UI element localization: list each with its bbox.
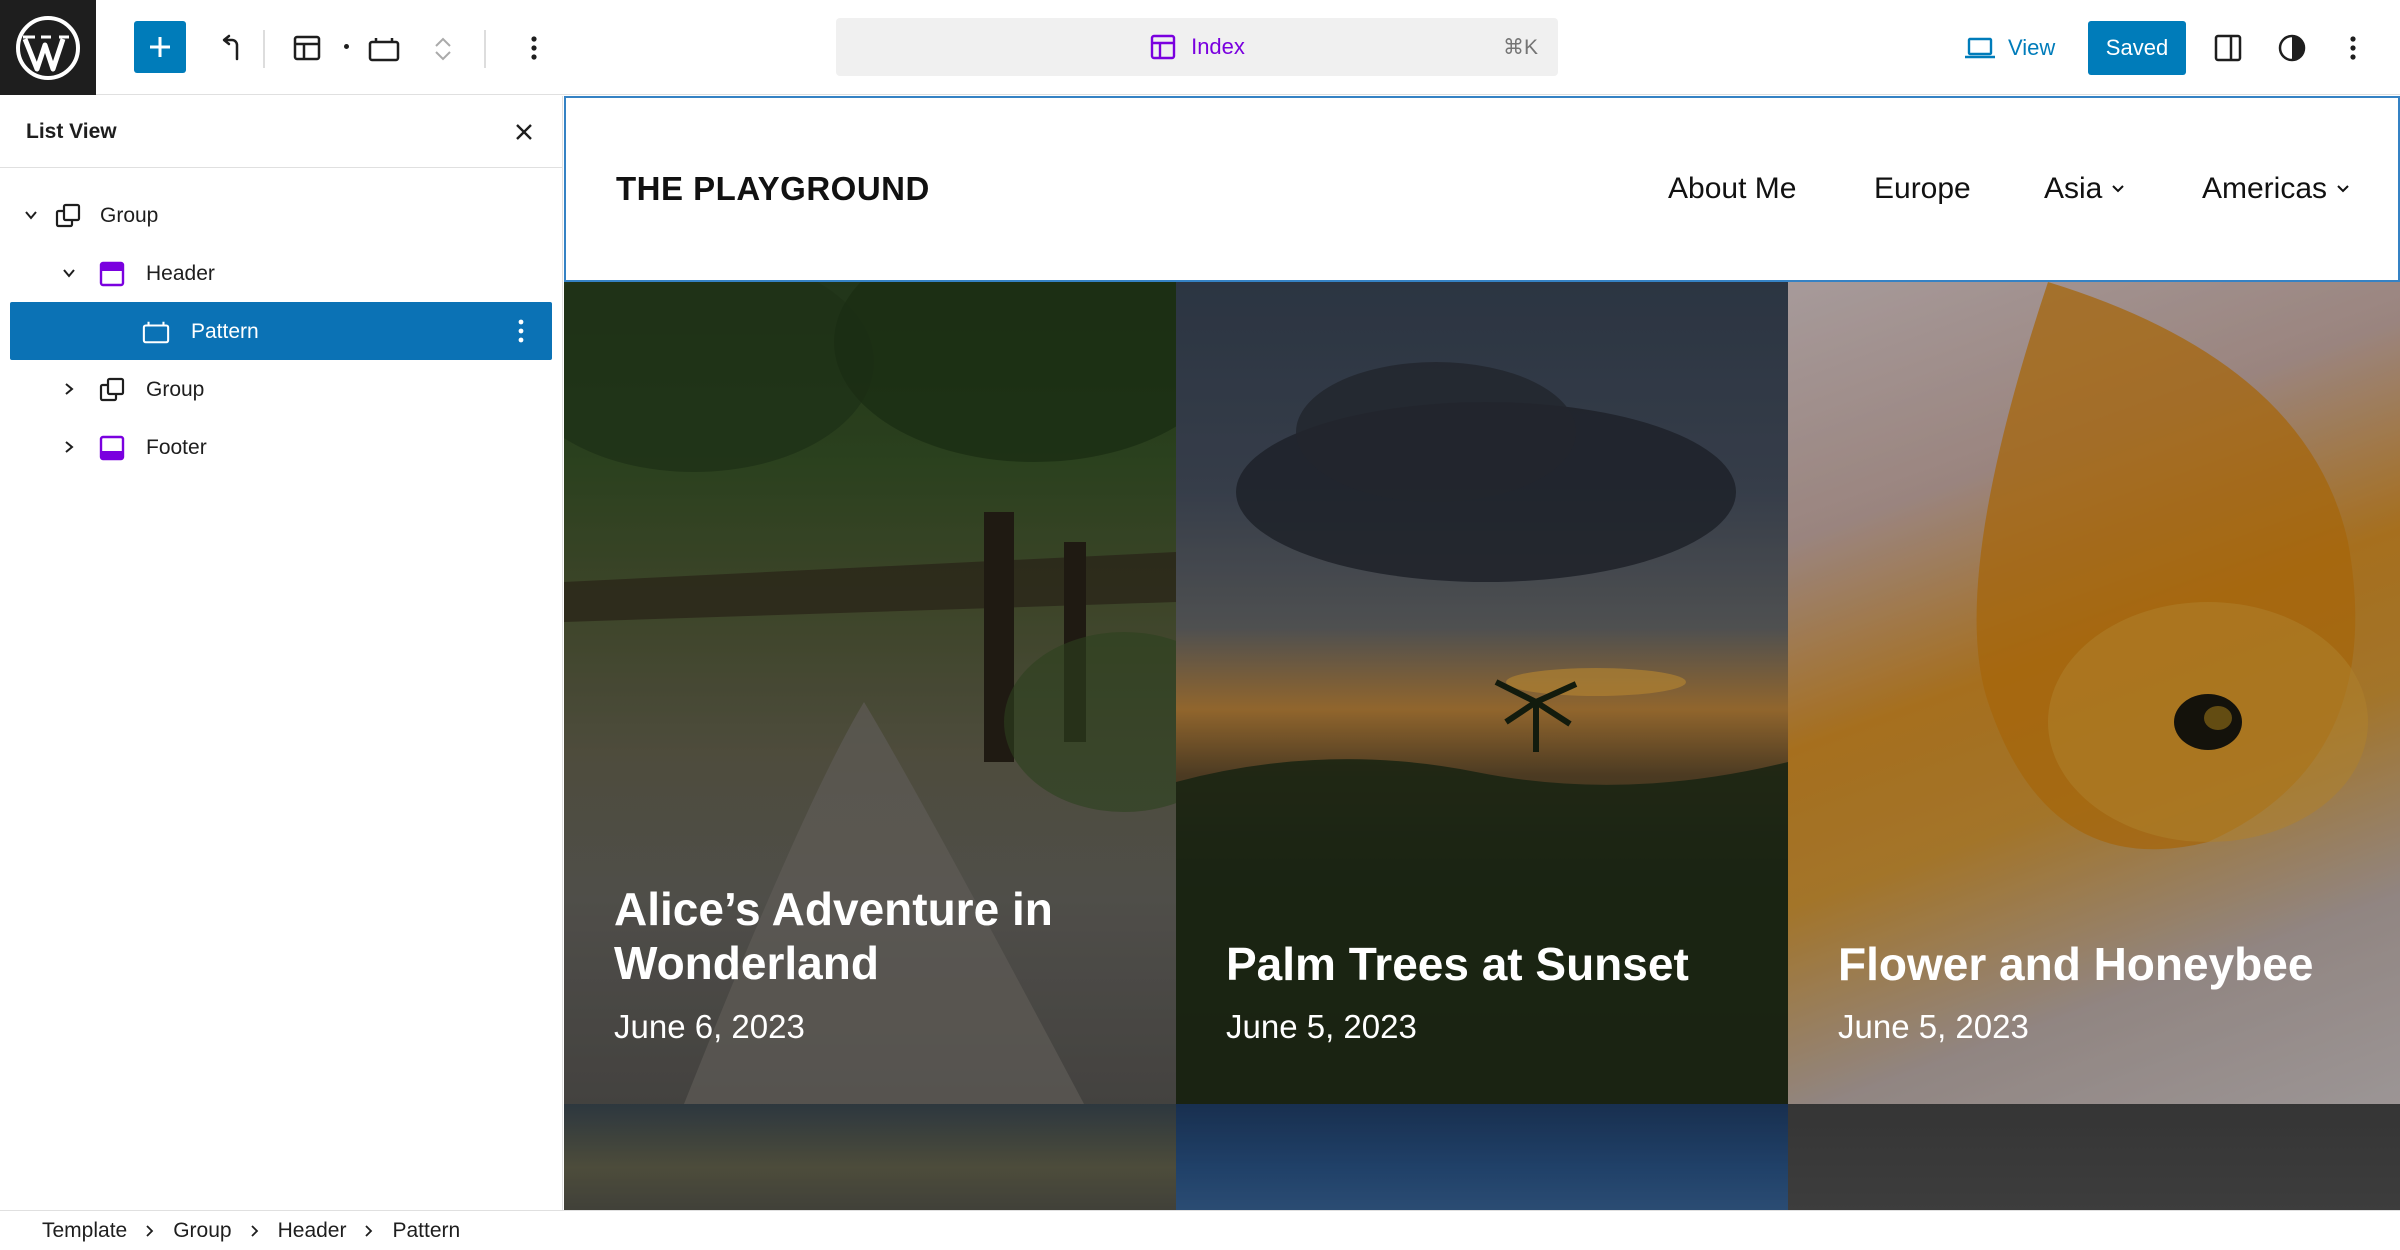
group-icon — [54, 202, 82, 230]
list-view-header: List View — [0, 96, 562, 168]
document-title: Index — [836, 18, 1558, 76]
chevron-up-icon[interactable] — [433, 35, 453, 49]
post-card[interactable] — [1788, 1104, 2400, 1210]
list-item-footer[interactable]: Footer — [10, 418, 552, 476]
keyboard-shortcut: ⌘K — [1502, 36, 1538, 59]
settings-sidebar-toggle[interactable] — [2210, 30, 2246, 66]
list-item-group[interactable]: Group — [10, 360, 552, 418]
chevron-down-icon[interactable] — [18, 202, 44, 228]
nav-label: Asia — [2044, 172, 2103, 205]
nav-item-about-me[interactable]: About Me — [1668, 172, 1796, 206]
undo-icon — [222, 34, 239, 61]
breadcrumb-template[interactable]: Template — [42, 1219, 127, 1243]
pattern-block-button[interactable] — [366, 34, 402, 64]
chevron-right-icon[interactable] — [56, 376, 82, 402]
plus-icon — [150, 37, 170, 57]
editor-canvas[interactable]: THE PLAYGROUND About Me Europe Asia Amer… — [564, 96, 2400, 1210]
list-view-panel: List View Group Header Pattern Group Foo… — [0, 96, 563, 1210]
more-vertical-icon — [518, 319, 524, 343]
site-title[interactable]: THE PLAYGROUND — [616, 170, 930, 208]
nav-item-europe[interactable]: Europe — [1874, 172, 1971, 206]
post-title[interactable]: Palm Trees at Sunset — [1226, 937, 1746, 991]
chevron-right-icon — [364, 1224, 374, 1238]
block-options-button[interactable] — [518, 30, 550, 66]
post-card[interactable]: Palm Trees at Sunset June 5, 2023 — [1176, 282, 1788, 1104]
list-item-pattern[interactable]: Pattern — [10, 302, 552, 360]
options-menu-button[interactable] — [2338, 30, 2368, 66]
post-card[interactable]: Alice’s Adventure in Wonderland June 6, … — [564, 282, 1176, 1104]
styles-button[interactable] — [2274, 30, 2310, 66]
list-item-label: Footer — [146, 436, 207, 459]
view-label: View — [2008, 35, 2056, 60]
list-item-label: Header — [146, 262, 215, 285]
list-view-title: List View — [26, 120, 117, 143]
chevron-down-icon[interactable] — [56, 260, 82, 286]
block-breadcrumb: Template Group Header Pattern — [0, 1210, 2400, 1250]
breadcrumb-header[interactable]: Header — [278, 1219, 347, 1243]
chevron-down-icon — [2335, 183, 2351, 195]
post-title[interactable]: Alice’s Adventure in Wonderland — [614, 882, 1134, 990]
post-date: June 5, 2023 — [1226, 1008, 1417, 1045]
add-block-button[interactable] — [134, 21, 186, 73]
nav-label: About Me — [1668, 172, 1797, 205]
breadcrumb-group[interactable]: Group — [173, 1219, 231, 1243]
list-item-group[interactable]: Group — [10, 186, 552, 244]
nav-item-asia[interactable]: Asia — [2044, 172, 2126, 206]
list-item-options-button[interactable] — [506, 316, 536, 346]
nav-item-americas[interactable]: Americas — [2202, 172, 2351, 206]
post-title[interactable]: Flower and Honeybee — [1838, 937, 2358, 991]
chevron-right-icon[interactable] — [56, 434, 82, 460]
command-palette-button[interactable]: Index ⌘K — [836, 18, 1558, 76]
breadcrumb-pattern: Pattern — [392, 1218, 461, 1242]
template-part-icon — [98, 260, 126, 288]
template-part-selector-button[interactable] — [290, 32, 324, 64]
undo-button[interactable] — [210, 24, 258, 72]
document-title-label: Index — [1191, 34, 1245, 59]
chevron-down-icon — [2110, 183, 2126, 195]
move-up-down-control[interactable] — [428, 26, 458, 72]
editor-toolbar: Index ⌘K View Saved — [0, 0, 2400, 95]
close-icon — [516, 124, 532, 140]
chevron-right-icon — [145, 1224, 155, 1238]
group-icon — [98, 376, 126, 404]
list-item-header[interactable]: Header — [10, 244, 552, 302]
post-date: June 5, 2023 — [1838, 1008, 2029, 1045]
nav-label: Europe — [1874, 172, 1971, 205]
post-date: June 6, 2023 — [614, 1008, 805, 1045]
wordpress-logo-button[interactable] — [0, 0, 96, 95]
footer-icon — [98, 434, 126, 462]
chevron-right-icon — [250, 1224, 260, 1238]
post-card[interactable] — [564, 1104, 1176, 1210]
close-list-view-button[interactable] — [508, 116, 540, 148]
sidebar-icon — [2214, 34, 2242, 62]
post-card[interactable] — [1176, 1104, 1788, 1210]
list-item-label: Group — [100, 204, 159, 227]
block-tree: Group Header Pattern Group Footer — [10, 186, 552, 476]
more-vertical-icon — [2350, 36, 2356, 60]
chevron-down-icon[interactable] — [433, 49, 453, 63]
contrast-icon — [2278, 34, 2306, 62]
more-vertical-icon — [531, 36, 537, 60]
pattern-icon — [368, 38, 400, 62]
site-header-block[interactable]: THE PLAYGROUND About Me Europe Asia Amer… — [564, 96, 2400, 282]
list-item-label: Group — [146, 378, 205, 401]
desktop-icon — [1965, 37, 1995, 59]
toolbar-divider — [484, 30, 486, 68]
pattern-icon — [142, 318, 170, 346]
template-icon — [1150, 34, 1176, 60]
toolbar-divider — [263, 30, 265, 68]
nav-label: Americas — [2202, 172, 2328, 205]
view-button[interactable]: View — [1964, 26, 2055, 70]
layout-icon — [293, 35, 321, 61]
separator-dot — [344, 44, 349, 49]
saved-button[interactable]: Saved — [2088, 21, 2186, 75]
wordpress-logo-icon — [16, 15, 80, 80]
list-item-label: Pattern — [191, 320, 259, 343]
post-card[interactable]: Flower and Honeybee June 5, 2023 — [1788, 282, 2400, 1104]
